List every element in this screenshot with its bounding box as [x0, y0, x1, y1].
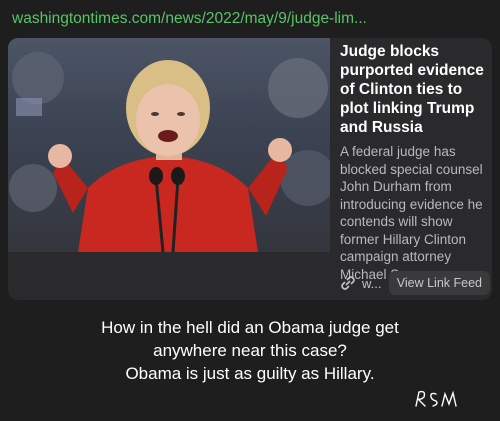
caption-line-1: How in the hell did an Obama judge get [101, 318, 399, 337]
article-headline[interactable]: Judge blocks purported evidence of Clint… [340, 42, 490, 137]
article-snippet: A federal judge has blocked special coun… [340, 144, 483, 282]
view-link-feed-button[interactable]: View Link Feed [388, 271, 490, 295]
link-icon [341, 276, 355, 290]
caption-line-3: Obama is just as guilty as Hillary. [125, 364, 375, 383]
link-url[interactable]: washingtontimes.com/news/2022/may/9/judg… [12, 8, 492, 30]
article-photo[interactable] [8, 38, 330, 252]
card-footer: w... View Link Feed [340, 270, 490, 296]
link-preview-card[interactable]: Judge blocks purported evidence of Clint… [8, 38, 492, 300]
speaker-photo-icon [9, 52, 330, 252]
caption-line-2: anywhere near this case? [153, 341, 347, 360]
handwritten-signature [415, 390, 457, 407]
article-text: Judge blocks purported evidence of Clint… [340, 42, 490, 283]
source-domain[interactable]: w... [362, 276, 382, 291]
post-caption: How in the hell did an Obama judge get a… [40, 316, 460, 385]
